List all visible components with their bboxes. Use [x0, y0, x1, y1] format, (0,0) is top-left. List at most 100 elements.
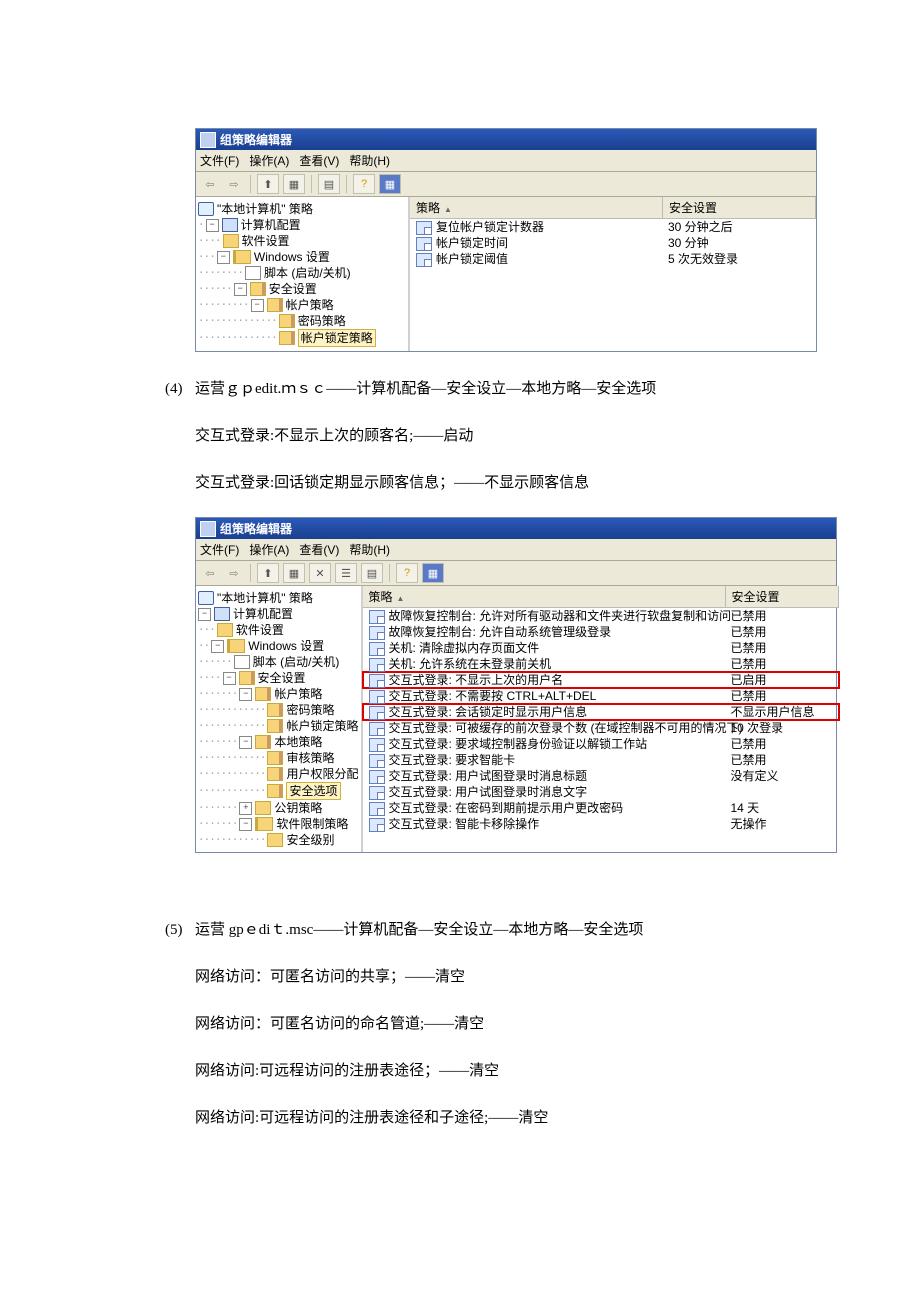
tree-seclvl[interactable]: 安全级别: [286, 832, 334, 848]
policy-row[interactable]: 故障恢复控制台: 允许对所有驱动器和文件夹进行软盘复制和访问已禁用: [363, 608, 839, 624]
tree-audit[interactable]: 审核策略: [286, 750, 334, 766]
policy-icon: [369, 770, 385, 784]
tree-acct[interactable]: 帐户策略: [274, 686, 322, 702]
tree-acct[interactable]: 帐户策略: [286, 297, 334, 313]
policy-value: 没有定义: [725, 768, 837, 784]
policy-row[interactable]: 交互式登录: 要求智能卡已禁用: [363, 752, 839, 768]
policy-name: 交互式登录: 会话锁定时显示用户信息: [389, 705, 588, 719]
root-icon: [198, 202, 214, 216]
policy-row[interactable]: 复位帐户锁定计数器30 分钟之后: [410, 219, 816, 235]
tree-pwd[interactable]: 密码策略: [286, 702, 334, 718]
back-button[interactable]: ⇦: [200, 175, 220, 193]
policy-row[interactable]: 交互式登录: 不显示上次的用户名已启用: [363, 672, 839, 688]
expand-icon[interactable]: −: [234, 283, 247, 296]
col-setting[interactable]: 安全设置: [726, 586, 839, 607]
expand-icon[interactable]: −: [239, 818, 252, 831]
back-button[interactable]: ⇦: [200, 564, 220, 582]
col-setting[interactable]: 安全设置: [663, 197, 816, 218]
tree-soft[interactable]: 软件设置: [242, 233, 290, 249]
tree-computer-config[interactable]: 计算机配置: [233, 606, 293, 622]
tree-script[interactable]: 脚本 (启动/关机): [264, 265, 351, 281]
policy-row[interactable]: 关机: 允许系统在未登录前关机 已禁用: [363, 656, 839, 672]
export-button[interactable]: ▤: [361, 563, 383, 583]
menu-action[interactable]: 操作(A): [249, 152, 289, 169]
tree-sec[interactable]: 安全设置: [269, 281, 317, 297]
expand-icon[interactable]: −: [251, 299, 264, 312]
menu-file[interactable]: 文件(F): [200, 152, 239, 169]
policy-value: 已禁用: [725, 656, 837, 672]
expand-icon[interactable]: −: [206, 219, 219, 232]
tree-local[interactable]: 本地策略: [274, 734, 322, 750]
folder-icon: [267, 833, 283, 847]
policy-icon: [369, 802, 385, 816]
menu-view[interactable]: 查看(V): [299, 541, 339, 558]
up-button[interactable]: ⬆: [257, 563, 279, 583]
list-button[interactable]: ▦: [422, 563, 444, 583]
paragraph: 网络访问：可匿名访问的命名管道;——清空: [165, 1011, 860, 1038]
menu-help[interactable]: 帮助(H): [349, 152, 390, 169]
policy-row[interactable]: 交互式登录: 用户试图登录时消息标题没有定义: [363, 768, 839, 784]
tree-script[interactable]: 脚本 (启动/关机): [253, 654, 340, 670]
tree-pubkey[interactable]: 公钥策略: [274, 800, 322, 816]
policy-row[interactable]: 帐户锁定时间30 分钟: [410, 235, 816, 251]
grid-button[interactable]: ▦: [283, 174, 305, 194]
tree-wset[interactable]: Windows 设置: [248, 638, 324, 654]
expand-icon[interactable]: −: [217, 251, 230, 264]
forward-button[interactable]: ⇨: [224, 564, 244, 582]
policy-row[interactable]: 关机: 清除虚拟内存页面文件已禁用: [363, 640, 839, 656]
col-policy[interactable]: 策略▲: [410, 197, 663, 218]
expand-icon[interactable]: +: [239, 802, 252, 815]
policy-row[interactable]: 交互式登录: 可被缓存的前次登录个数 (在域控制器不可用的情况下)10 次登录: [363, 720, 839, 736]
policy-row[interactable]: 帐户锁定阈值5 次无效登录: [410, 251, 816, 267]
folder-icon: [267, 751, 283, 765]
policy-row[interactable]: 交互式登录: 要求域控制器身份验证以解锁工作站已禁用: [363, 736, 839, 752]
tree-wset[interactable]: Windows 设置: [254, 249, 330, 265]
policy-row[interactable]: 交互式登录: 会话锁定时显示用户信息不显示用户信息: [363, 704, 839, 720]
tree-computer-config[interactable]: 计算机配置: [241, 217, 301, 233]
expand-icon[interactable]: −: [239, 688, 252, 701]
window-title: 组策略编辑器: [220, 520, 292, 537]
policy-value: 已启用: [725, 672, 837, 688]
policy-row[interactable]: 交互式登录: 智能卡移除操作无操作: [363, 816, 839, 832]
policy-row[interactable]: 交互式登录: 在密码到期前提示用户更改密码14 天: [363, 800, 839, 816]
list-button[interactable]: ▦: [379, 174, 401, 194]
tree-lock[interactable]: 帐户锁定策略: [298, 329, 376, 347]
policy-name: 帐户锁定阈值: [436, 252, 508, 266]
policy-name: 关机: 允许系统在未登录前关机: [389, 657, 552, 671]
item-number: (4): [165, 376, 195, 403]
tree-secopt[interactable]: 安全选项: [286, 782, 340, 800]
policy-row[interactable]: 故障恢复控制台: 允许自动系统管理级登录已禁用: [363, 624, 839, 640]
tree-soft[interactable]: 软件设置: [236, 622, 284, 638]
tree-rights[interactable]: 用户权限分配: [286, 766, 358, 782]
expand-icon[interactable]: −: [223, 672, 236, 685]
help-button[interactable]: ?: [353, 174, 375, 194]
policy-row[interactable]: 交互式登录: 不需要按 CTRL+ALT+DEL已禁用: [363, 688, 839, 704]
expand-icon[interactable]: −: [239, 736, 252, 749]
menu-action[interactable]: 操作(A): [249, 541, 289, 558]
tree-sec[interactable]: 安全设置: [258, 670, 306, 686]
policy-icon: [369, 674, 385, 688]
tree-root[interactable]: "本地计算机" 策略: [217, 201, 313, 217]
expand-icon[interactable]: −: [198, 608, 211, 621]
tree-pwd[interactable]: 密码策略: [298, 313, 346, 329]
forward-button[interactable]: ⇨: [224, 175, 244, 193]
menu-help[interactable]: 帮助(H): [349, 541, 390, 558]
tree-root[interactable]: "本地计算机" 策略: [217, 590, 313, 606]
tree-swrest[interactable]: 软件限制策略: [276, 816, 348, 832]
delete-button[interactable]: ✕: [309, 563, 331, 583]
expand-icon[interactable]: −: [211, 640, 224, 653]
policy-row[interactable]: 交互式登录: 用户试图登录时消息文字: [363, 784, 839, 800]
policy-name: 交互式登录: 要求智能卡: [389, 753, 516, 767]
tree-pane: "本地计算机" 策略 ·−计算机配置 ····软件设置 ···−Windows …: [196, 197, 410, 351]
policy-name: 关机: 清除虚拟内存页面文件: [389, 641, 540, 655]
up-button[interactable]: ⬆: [257, 174, 279, 194]
properties-button[interactable]: ☰: [335, 563, 357, 583]
tree-lock[interactable]: 帐户锁定策略: [286, 718, 358, 734]
help-button[interactable]: ?: [396, 563, 418, 583]
policy-value: 30 分钟: [662, 235, 814, 251]
col-policy[interactable]: 策略▲: [363, 586, 726, 607]
menu-view[interactable]: 查看(V): [299, 152, 339, 169]
menu-file[interactable]: 文件(F): [200, 541, 239, 558]
grid-button[interactable]: ▦: [283, 563, 305, 583]
export-button[interactable]: ▤: [318, 174, 340, 194]
